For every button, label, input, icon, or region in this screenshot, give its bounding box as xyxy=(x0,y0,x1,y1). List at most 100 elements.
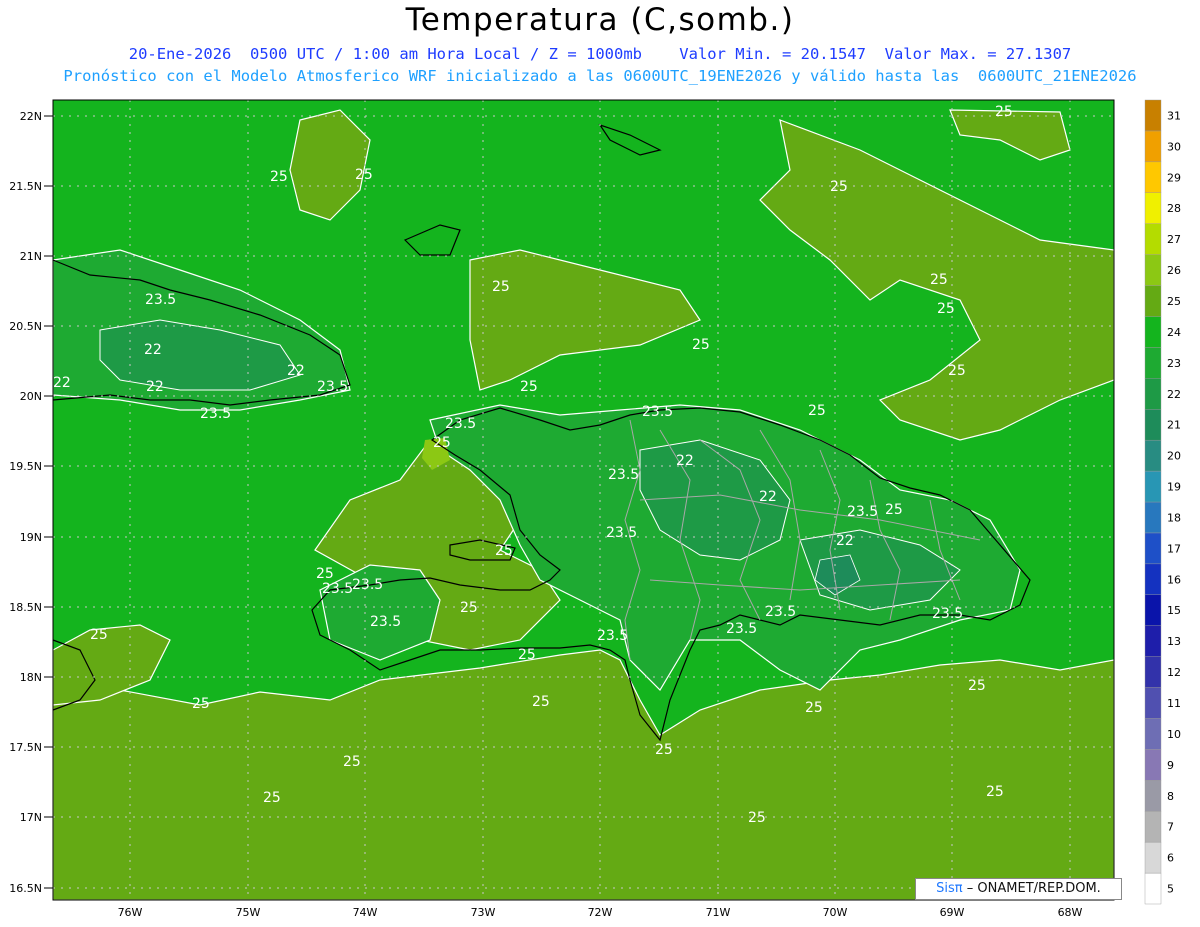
contour-label: 25 xyxy=(655,742,673,758)
contour-label: 25 xyxy=(930,272,948,288)
colorbar-swatch xyxy=(1144,501,1162,534)
colorbar-label: 28 xyxy=(1167,202,1181,215)
contour-label: 25 xyxy=(270,169,288,185)
colorbar-label: 15 xyxy=(1167,604,1181,617)
contour-label: 25 xyxy=(495,543,513,559)
colorbar-swatch xyxy=(1144,223,1162,255)
colorbar-swatch xyxy=(1144,656,1162,688)
contour-label: 23.5 xyxy=(370,614,401,630)
colorbar-swatch xyxy=(1144,718,1162,750)
contour-label: 23.5 xyxy=(608,467,639,483)
temperature-map: 25 25 25 25 25 25 25 25 25 25 25 25 25 2… xyxy=(9,99,1181,919)
contour-label: 23.5 xyxy=(726,621,757,637)
lat-label: 17N xyxy=(20,811,42,824)
lon-label: 71W xyxy=(706,906,731,919)
colorbar-label: 5 xyxy=(1167,883,1174,896)
contour-label: 23.5 xyxy=(317,379,348,395)
contour-label: 25 xyxy=(492,279,510,295)
contour-label: 23.5 xyxy=(445,416,476,432)
contour-label: 25 xyxy=(263,790,281,806)
lat-label: 19.5N xyxy=(9,460,42,473)
contour-label: 25 xyxy=(948,363,966,379)
credit-box: Sisπ – ONAMET/REP.DOM. xyxy=(915,878,1122,900)
colorbar-label: 7 xyxy=(1167,821,1174,834)
contour-label: 22 xyxy=(759,489,777,505)
lat-label: 18.5N xyxy=(9,601,42,614)
colorbar-swatch xyxy=(1144,841,1162,874)
contour-label: 25 xyxy=(692,337,710,353)
colorbar-label: 31 xyxy=(1167,109,1181,122)
lat-ticks xyxy=(44,115,53,889)
colorbar-swatch xyxy=(1144,161,1162,193)
colorbar-label: 22 xyxy=(1167,388,1181,401)
lon-label: 76W xyxy=(118,906,143,919)
colorbar-label: 11 xyxy=(1167,697,1181,710)
lon-label: 74W xyxy=(353,906,378,919)
colorbar-swatch xyxy=(1144,532,1162,565)
lon-label: 72W xyxy=(588,906,613,919)
contour-label: 25 xyxy=(532,694,550,710)
contour-label: 25 xyxy=(520,379,538,395)
contour-label: 23.5 xyxy=(200,406,231,422)
contour-label: 25 xyxy=(355,167,373,183)
contour-label: 22 xyxy=(676,453,694,469)
lat-label: 22N xyxy=(20,110,42,123)
lat-label: 20N xyxy=(20,390,42,403)
colorbar-label: 8 xyxy=(1167,790,1174,803)
contour-label: 25 xyxy=(90,627,108,643)
lon-label: 68W xyxy=(1058,906,1083,919)
contour-label: 25 xyxy=(343,754,361,770)
contour-label: 25 xyxy=(830,179,848,195)
colorbar-label: 10 xyxy=(1167,728,1181,741)
colorbar-swatch xyxy=(1144,378,1162,410)
contour-label: 25 xyxy=(805,700,823,716)
credit-text: – ONAMET/REP.DOM. xyxy=(966,881,1101,896)
contour-label: 25 xyxy=(885,502,903,518)
latitude-labels: 22N 21.5N 21N 20.5N 20N 19.5N 19N 18.5N … xyxy=(9,110,42,895)
contour-label: 23.5 xyxy=(765,604,796,620)
contour-label: 22 xyxy=(146,379,164,395)
colorbar-swatch xyxy=(1144,285,1162,317)
colorbar-swatch xyxy=(1144,347,1162,379)
colorbar-label: 24 xyxy=(1167,326,1181,339)
colorbar-label: 25 xyxy=(1167,295,1181,308)
contour-label: 25 xyxy=(192,696,210,712)
colorbar-label: 30 xyxy=(1167,140,1181,153)
colorbar-label: 18 xyxy=(1167,511,1181,524)
valid-time-subtitle: 20-Ene-2026 0500 UTC / 1:00 am Hora Loca… xyxy=(128,45,1072,63)
lon-label: 75W xyxy=(236,906,261,919)
colorbar-swatch xyxy=(1144,563,1162,595)
colorbar-swatch xyxy=(1144,872,1162,905)
colorbar-label: 17 xyxy=(1167,542,1181,555)
lon-label: 69W xyxy=(940,906,965,919)
colorbar-swatch xyxy=(1144,130,1162,163)
contour-label: 25 xyxy=(986,784,1004,800)
contour-label: 25 xyxy=(748,810,766,826)
lat-label: 21N xyxy=(20,250,42,263)
contour-label: 23.5 xyxy=(847,504,878,520)
colorbar-swatch xyxy=(1144,625,1162,657)
colorbar-label: 20 xyxy=(1167,450,1181,463)
colorbar-swatch xyxy=(1144,192,1162,224)
lat-label: 19N xyxy=(20,531,42,544)
lat-label: 20.5N xyxy=(9,320,42,333)
contour-label: 25 xyxy=(433,435,451,451)
contour-label: 25 xyxy=(808,403,826,419)
colorbar-label: 16 xyxy=(1167,573,1181,586)
colorbar-label: 13 xyxy=(1167,635,1181,648)
sispi-logo-text: Sisπ xyxy=(936,881,963,896)
model-init-subtitle: Pronóstico con el Modelo Atmosferico WRF… xyxy=(63,67,1137,85)
colorbar-label: 19 xyxy=(1167,481,1181,494)
colorbar-label: 27 xyxy=(1167,233,1181,246)
lat-label: 18N xyxy=(20,671,42,684)
colorbar-swatch xyxy=(1144,780,1162,812)
contour-label: 23.5 xyxy=(322,581,353,597)
lon-label: 70W xyxy=(823,906,848,919)
contour-label: 22 xyxy=(836,533,854,549)
colorbar-label: 29 xyxy=(1167,171,1181,184)
map-title: Temperatura (C,somb.) xyxy=(405,2,795,38)
contour-label: 22 xyxy=(287,363,305,379)
contour-label: 25 xyxy=(316,566,334,582)
colorbar-swatch xyxy=(1144,749,1162,781)
contour-label: 25 xyxy=(968,678,986,694)
